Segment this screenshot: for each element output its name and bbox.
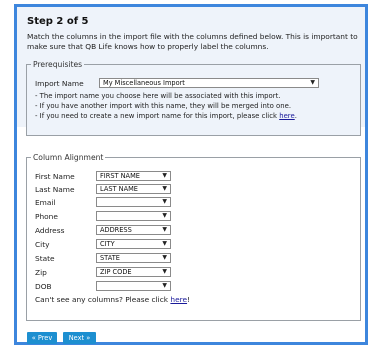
prereq-bullet: - The import name you choose here will b…	[35, 92, 281, 100]
column-select-value: STATE	[100, 254, 120, 262]
prev-button[interactable]: « Prev	[27, 332, 57, 344]
column-select-value: ZIP CODE	[100, 268, 132, 276]
prereq-bullet: - If you need to create a new import nam…	[35, 112, 297, 120]
chevron-down-icon: ▼	[162, 282, 167, 289]
column-select[interactable]: ADDRESS ▼	[96, 225, 171, 235]
column-label: Address	[35, 226, 65, 235]
column-alignment-legend: Column Alignment	[33, 153, 104, 162]
column-label: Email	[35, 198, 56, 207]
missing-columns-text: Can't see any columns? Please click here…	[35, 295, 190, 304]
chevron-down-icon: ▼	[162, 185, 167, 192]
intro-text: Match the columns in the import file wit…	[27, 32, 358, 51]
create-import-name-link[interactable]: here	[279, 112, 295, 120]
import-name-select[interactable]: My Miscellaneous Import ▼	[99, 78, 319, 88]
column-select-value: LAST NAME	[100, 185, 138, 193]
column-select[interactable]: FIRST NAME ▼	[96, 171, 171, 181]
column-select-value: ADDRESS	[100, 226, 132, 234]
column-select[interactable]: CITY ▼	[96, 239, 171, 249]
import-name-value: My Miscellaneous Import	[103, 79, 185, 87]
column-select-value: CITY	[100, 240, 115, 248]
chevron-down-icon: ▼	[162, 198, 167, 205]
import-name-label: Import Name	[35, 79, 84, 88]
column-label: Phone	[35, 212, 58, 221]
column-label: Zip	[35, 268, 47, 277]
step-title: Step 2 of 5	[27, 16, 89, 27]
chevron-down-icon: ▼	[162, 226, 167, 233]
prerequisites-section: Prerequisites Import Name My Miscellaneo…	[26, 60, 361, 136]
next-button[interactable]: Next »	[63, 332, 96, 344]
column-select[interactable]: LAST NAME ▼	[96, 184, 171, 194]
prereq-bullet: - If you have another import with this n…	[35, 102, 292, 110]
column-select[interactable]: ▼	[96, 197, 171, 207]
missing-columns-prefix: Can't see any columns? Please click	[35, 295, 171, 304]
column-label: Last Name	[35, 185, 75, 194]
chevron-down-icon: ▼	[162, 240, 167, 247]
column-select[interactable]: ▼	[96, 281, 171, 291]
chevron-down-icon: ▼	[162, 172, 167, 179]
column-label: DOB	[35, 282, 52, 291]
column-select[interactable]: STATE ▼	[96, 253, 171, 263]
import-wizard-panel: Step 2 of 5 Match the columns in the imp…	[14, 4, 368, 345]
chevron-down-icon: ▼	[310, 79, 315, 86]
column-select-value: FIRST NAME	[100, 172, 140, 180]
column-label: State	[35, 254, 55, 263]
missing-columns-link[interactable]: here	[170, 295, 187, 304]
chevron-down-icon: ▼	[162, 212, 167, 219]
column-select[interactable]: ▼	[96, 211, 171, 221]
chevron-down-icon: ▼	[162, 268, 167, 275]
column-select[interactable]: ZIP CODE ▼	[96, 267, 171, 277]
prerequisites-legend: Prerequisites	[33, 60, 83, 69]
column-label: City	[35, 240, 50, 249]
column-alignment-section: Column Alignment First Name FIRST NAME ▼…	[26, 153, 361, 321]
missing-columns-suffix: !	[187, 295, 191, 304]
prereq-bullet-suffix: .	[294, 112, 297, 120]
chevron-down-icon: ▼	[162, 254, 167, 261]
prereq-bullet-text: - If you need to create a new import nam…	[35, 112, 280, 120]
column-label: First Name	[35, 172, 75, 181]
